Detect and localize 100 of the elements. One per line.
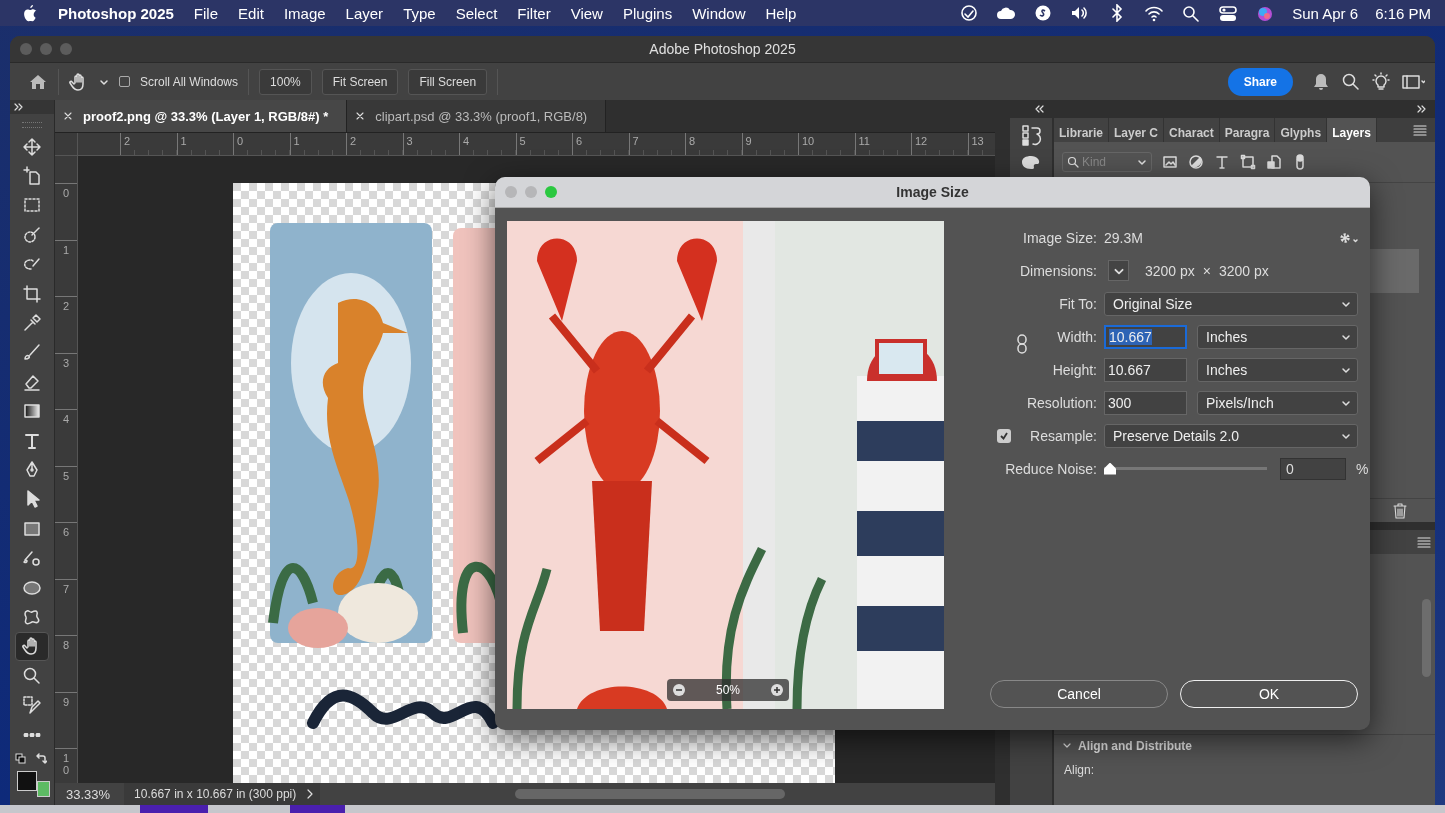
toolbar-button[interactable]: 100% (259, 68, 312, 95)
document-tab[interactable]: clipart.psd @ 33.3% (proof1, RGB/8) (347, 100, 607, 132)
checkbox[interactable] (997, 428, 1011, 443)
chevron-right-icon[interactable] (306, 789, 315, 799)
menu-item[interactable]: Filter (517, 4, 551, 22)
image-filter-icon[interactable] (1162, 154, 1178, 170)
chain-link-icon[interactable] (1016, 334, 1028, 354)
toolbar-button[interactable]: Fill Screen (408, 68, 488, 95)
menu-item[interactable]: Help (765, 4, 797, 22)
dropdown[interactable]: Original Size (1104, 291, 1358, 316)
ruler-number: 3 (63, 356, 70, 369)
bell-icon[interactable] (1311, 71, 1331, 92)
ruler-number: 4 (63, 413, 70, 426)
ruler-number: 0 (63, 187, 70, 200)
share-button[interactable]: Share (1227, 67, 1293, 96)
default-colors-icon[interactable] (15, 753, 27, 766)
menu-item[interactable]: Layer (345, 4, 384, 22)
panel-tab[interactable]: Librarie (1054, 118, 1109, 142)
field-value: 3200 px (1219, 262, 1269, 279)
panel-tab[interactable]: Layer C (1109, 118, 1165, 142)
dropdown[interactable]: Inches (1197, 324, 1358, 349)
history-icon[interactable] (1020, 124, 1042, 146)
close-icon[interactable] (63, 111, 73, 121)
toggles-icon[interactable] (1218, 4, 1239, 22)
lightbulb-icon[interactable] (1371, 71, 1391, 92)
panel-tab[interactable]: Glyphs (1275, 118, 1328, 142)
menu-item[interactable]: Window (692, 4, 746, 22)
ruler-number: 2 (124, 135, 131, 147)
zoom-out-icon[interactable] (672, 683, 686, 697)
transform-icon[interactable] (1240, 154, 1256, 170)
trash-icon[interactable] (1393, 502, 1407, 519)
color-swatch[interactable] (17, 771, 37, 792)
collapse-icon[interactable] (1035, 105, 1045, 113)
number-field[interactable]: 0 (1280, 457, 1346, 480)
search-icon[interactable] (1341, 71, 1361, 92)
settings-icon[interactable] (1338, 230, 1358, 245)
number-field[interactable]: 300 (1104, 390, 1187, 415)
field-label: Resample: (1030, 427, 1097, 444)
smart-object-icon[interactable] (1266, 154, 1282, 170)
checkmark-icon (999, 430, 1009, 441)
dropdown-toggle[interactable] (1108, 260, 1129, 281)
search-icon[interactable] (1181, 4, 1202, 22)
apple-icon[interactable] (22, 4, 38, 22)
field-label: Dimensions: (1019, 262, 1097, 279)
number-field[interactable]: 10.667 (1104, 324, 1187, 349)
menu-item[interactable]: File (193, 4, 219, 22)
field-label: Image Size: (1023, 229, 1097, 246)
half-circle-icon[interactable] (1188, 154, 1204, 170)
slider-thumb[interactable] (1104, 462, 1116, 475)
ruler-number: 4 (463, 135, 470, 147)
swap-icon[interactable] (35, 753, 47, 766)
brush-dot-icon (22, 548, 42, 569)
scrollbar-thumb[interactable] (1422, 599, 1431, 677)
ruler-number: 8 (63, 639, 70, 652)
panel-tab[interactable]: Charact (1164, 118, 1220, 142)
expand-icon[interactable] (1417, 105, 1427, 113)
document-tab[interactable]: proof2.png @ 33.3% (Layer 1, RGB/8#) * (55, 100, 348, 132)
clock[interactable]: Sun Apr 6 (1292, 4, 1359, 22)
ruler-number: 10 (63, 752, 70, 777)
ruler-number: 9 (745, 135, 752, 147)
menu-item[interactable]: View (570, 4, 603, 22)
ruler-number: 1 (180, 135, 187, 147)
app-name[interactable]: Photoshop 2025 (58, 4, 174, 22)
panel-tab[interactable]: Layers (1327, 118, 1377, 142)
menu-icon[interactable] (1413, 124, 1427, 136)
menu-item[interactable]: Plugins (622, 4, 673, 22)
number-field[interactable]: 10.667 (1104, 357, 1187, 382)
ruler-number: 11 (858, 135, 870, 147)
dropdown[interactable]: Preserve Details 2.0 (1104, 423, 1358, 448)
scrollbar-thumb[interactable] (515, 789, 786, 799)
ruler-number: 8 (689, 135, 696, 147)
menu-item[interactable]: Type (403, 4, 436, 22)
wifi-icon[interactable] (1144, 4, 1165, 22)
dropdown[interactable]: Pixels/Inch (1197, 390, 1358, 415)
palette-icon[interactable] (1020, 154, 1042, 170)
type-icon[interactable] (1214, 154, 1230, 170)
more-icon (22, 732, 42, 737)
section-title[interactable]: Align and Distribute (1078, 739, 1192, 753)
field-label: Height: (1052, 361, 1097, 378)
artboard-icon (22, 166, 42, 187)
tool-button[interactable] (15, 631, 49, 662)
clock[interactable]: 6:16 PM (1375, 4, 1431, 22)
ruler-number: 13 (971, 135, 984, 147)
menu-icon[interactable] (1417, 536, 1431, 548)
menu-item[interactable]: Image (283, 4, 326, 22)
zoom-in-icon[interactable] (770, 683, 784, 697)
cloud-sync-icon[interactable] (959, 4, 980, 22)
toolbar-button[interactable]: Fit Screen (321, 68, 399, 95)
menu-item[interactable]: Select (455, 4, 498, 22)
field-value: 29.3M (1104, 229, 1143, 246)
dropdown[interactable]: Inches (1197, 357, 1358, 382)
checkbox[interactable] (119, 76, 130, 87)
color-swatch[interactable] (37, 781, 50, 798)
menu-item[interactable]: Edit (238, 4, 264, 22)
close-icon[interactable] (355, 111, 366, 121)
panel-tab[interactable]: Paragra (1219, 118, 1276, 142)
field-label: Width: (1057, 328, 1097, 345)
zoom-level[interactable]: 33.33% (55, 786, 125, 802)
zoom-level: 50% (716, 683, 740, 697)
expand-icon[interactable] (14, 103, 24, 111)
